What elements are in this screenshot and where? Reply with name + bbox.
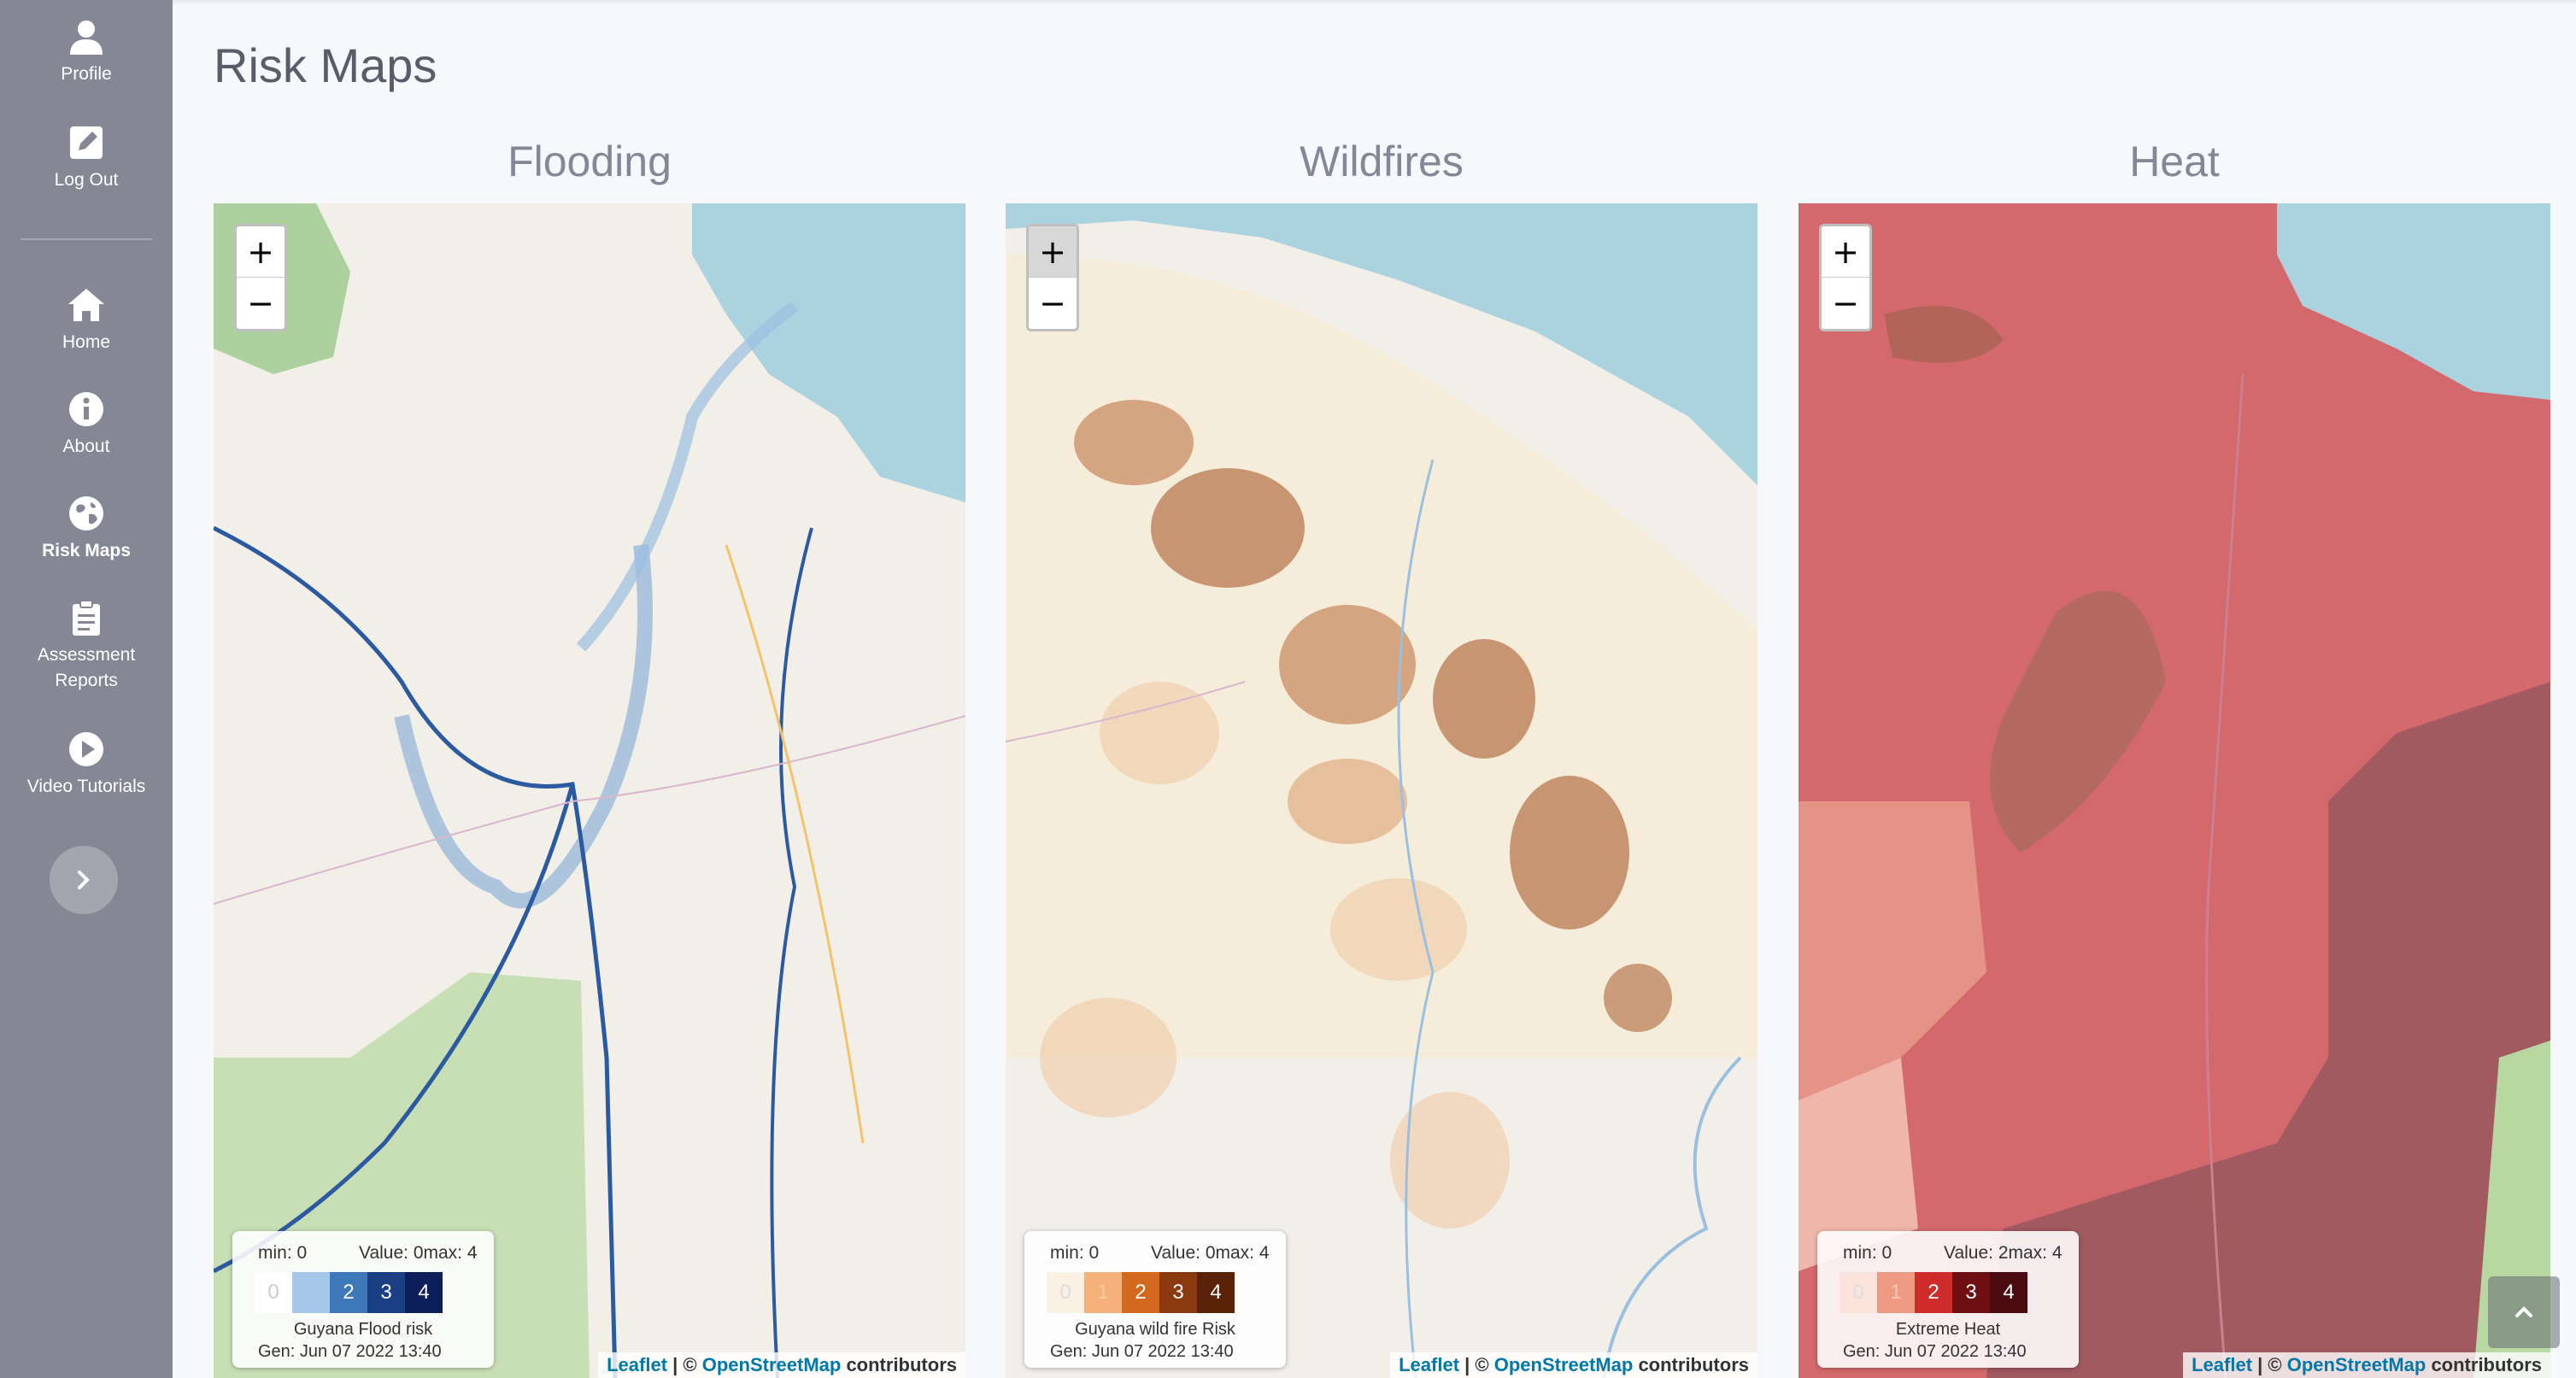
home-icon [68,289,104,321]
legend-layer-name: Extreme Heat [1895,1320,2001,1339]
map-title-wildfires: Wildfires [1300,138,1464,185]
legend-swatches: 0 1 2 3 4 [1840,1272,2027,1313]
zoom-out-button[interactable]: − [237,278,285,329]
attribution-text: contributors [1633,1354,1749,1375]
map-flooding[interactable]: + − min: 0 Value: 0max: 4 0 1 2 3 4 Guya… [214,203,965,1378]
legend-swatch: 4 [1197,1272,1235,1313]
map-attribution: Leaflet | © OpenStreetMap contributors [2183,1352,2550,1378]
attribution-sep: | © [1459,1354,1494,1375]
legend-swatch: 0 [1047,1272,1084,1313]
info-icon [69,392,103,426]
topbar [173,0,2576,5]
sidebar-item-label: Profile [61,64,112,84]
sidebar-item-video-tutorials[interactable]: Video Tutorials [0,730,173,800]
legend-swatch: 3 [367,1272,405,1313]
attribution-sep: | © [667,1354,702,1375]
map-legend: min: 0 Value: 0max: 4 0 1 2 3 4 Guyana F… [232,1231,494,1368]
legend-swatch: 2 [1915,1272,1952,1313]
sidebar-divider [21,238,152,240]
legend-swatch: 4 [1990,1272,2027,1313]
sidebar-item-profile[interactable]: Profile [0,17,173,87]
sidebar-toggle-button[interactable] [50,846,118,914]
legend-swatches: 0 1 2 3 4 [1047,1272,1235,1313]
map-heat[interactable]: + − min: 0 Value: 2max: 4 0 1 2 3 4 Extr… [1799,203,2550,1378]
sidebar-item-risk-maps[interactable]: Risk Maps [0,494,173,564]
zoom-control: + − [1026,224,1079,331]
osm-link[interactable]: OpenStreetMap [702,1354,842,1375]
user-icon [70,21,103,55]
zoom-control: + − [1819,224,1872,331]
leaflet-link[interactable]: Leaflet [1399,1354,1459,1375]
zoom-in-button[interactable]: + [1029,226,1077,278]
sidebar-item-label: Log Out [54,170,119,190]
attribution-sep: | © [2252,1354,2287,1375]
zoom-out-button[interactable]: − [1029,278,1077,329]
zoom-control: + − [234,224,287,331]
osm-link[interactable]: OpenStreetMap [1494,1354,1634,1375]
map-legend: min: 0 Value: 0max: 4 0 1 2 3 4 Guyana w… [1024,1231,1286,1368]
sidebar-item-label: Assessment Reports [37,645,136,690]
legend-swatch: 0 [1840,1272,1877,1313]
legend-swatches: 0 1 2 3 4 [255,1272,443,1313]
scroll-to-top-button[interactable] [2488,1276,2560,1348]
legend-generated: Gen: Jun 07 2022 13:40 [1843,1342,2027,1361]
globe-icon [69,496,103,531]
edit-icon [70,126,103,159]
legend-swatch: 3 [1159,1272,1197,1313]
map-wildfires[interactable]: + − min: 0 Value: 0max: 4 0 1 2 3 4 Guya… [1006,203,1757,1378]
chevron-right-icon [78,871,90,889]
legend-layer-name: Guyana wild fire Risk [1075,1320,1235,1339]
zoom-in-button[interactable]: + [1822,226,1869,278]
legend-value: Value: 0max: 4 [1151,1243,1270,1263]
sidebar-item-logout[interactable]: Log Out [0,123,173,193]
legend-min: min: 0 [1050,1243,1100,1263]
sidebar-item-assessment-reports[interactable]: Assessment Reports [0,598,173,694]
map-title-heat: Heat [2129,138,2220,185]
legend-swatch: 2 [1122,1272,1159,1313]
map-base-flooding [214,203,965,1378]
attribution-text: contributors [2426,1354,2542,1375]
legend-value: Value: 2max: 4 [1944,1243,2063,1263]
sidebar-item-label: About [62,437,110,456]
map-base-heat [1799,203,2550,1378]
legend-swatch: 4 [405,1272,443,1313]
legend-value: Value: 0max: 4 [359,1243,478,1263]
map-attribution: Leaflet | © OpenStreetMap contributors [1390,1352,1757,1378]
legend-layer-name: Guyana Flood risk [293,1320,433,1339]
sidebar-item-label: Video Tutorials [26,777,146,796]
legend-generated: Gen: Jun 07 2022 13:40 [258,1342,442,1361]
leaflet-link[interactable]: Leaflet [2192,1354,2252,1375]
legend-swatch: 3 [1952,1272,1990,1313]
zoom-out-button[interactable]: − [1822,278,1869,329]
map-legend: min: 0 Value: 2max: 4 0 1 2 3 4 Extreme … [1817,1231,2079,1368]
map-attribution: Leaflet | © OpenStreetMap contributors [598,1352,965,1378]
map-title-flooding: Flooding [508,138,672,185]
leaflet-link[interactable]: Leaflet [607,1354,667,1375]
sidebar-item-about[interactable]: About [0,390,173,460]
page-title: Risk Maps [214,38,437,92]
legend-min: min: 0 [258,1243,308,1263]
legend-swatch: 1 [1084,1272,1122,1313]
osm-link[interactable]: OpenStreetMap [2287,1354,2426,1375]
sidebar-item-label: Home [62,332,111,352]
zoom-in-button[interactable]: + [237,226,285,278]
map-base-wildfires [1006,203,1757,1378]
legend-swatch: 1 [1877,1272,1915,1313]
attribution-text: contributors [841,1354,957,1375]
legend-min: min: 0 [1843,1243,1892,1263]
legend-swatch: 0 [255,1272,292,1313]
chevron-up-icon [2515,1306,2532,1317]
sidebar-item-label: Risk Maps [42,541,131,560]
clipboard-icon [73,600,100,636]
sidebar: Profile Log Out Home About Risk Maps Ass… [0,0,173,1378]
play-circle-icon [69,732,103,766]
legend-swatch: 1 [292,1272,330,1313]
legend-swatch: 2 [330,1272,367,1313]
sidebar-item-home[interactable]: Home [0,285,173,355]
legend-generated: Gen: Jun 07 2022 13:40 [1050,1342,1234,1361]
